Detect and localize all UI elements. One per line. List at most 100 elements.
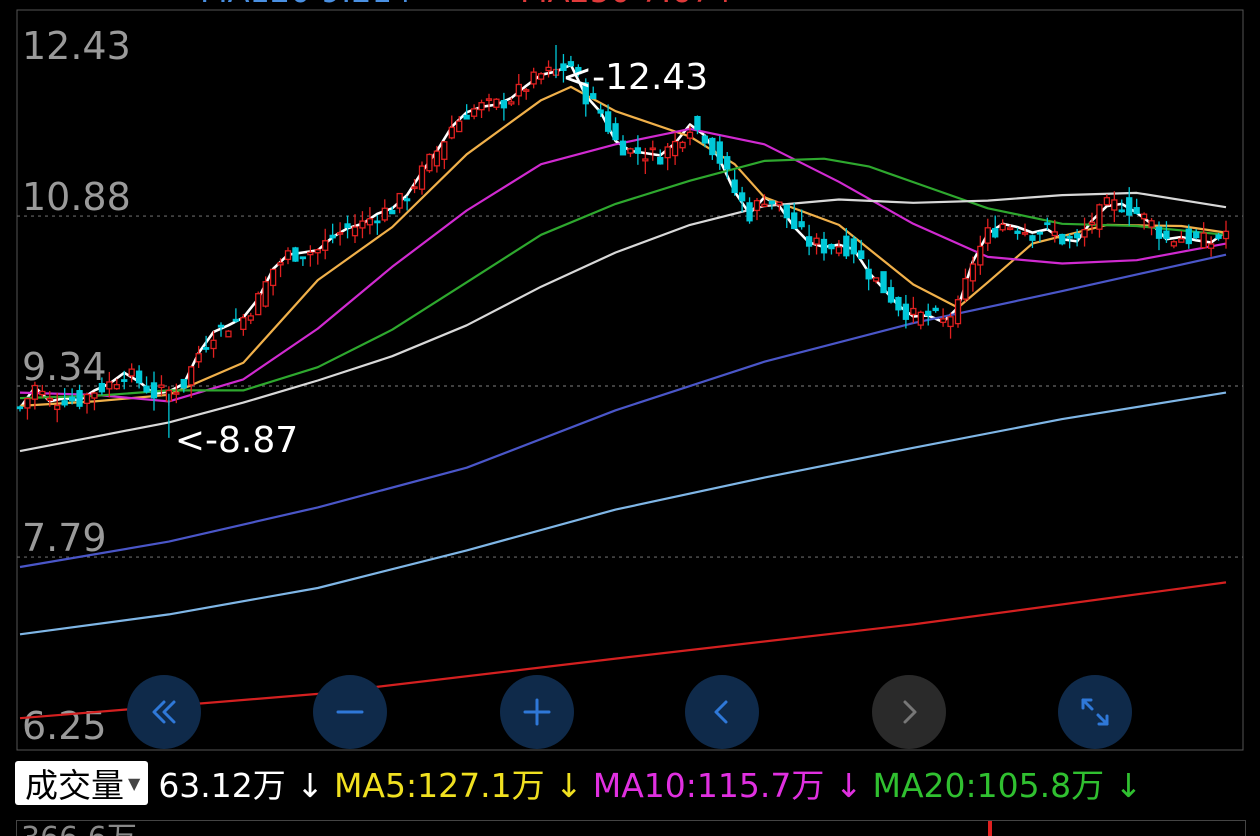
- candle-body: [768, 200, 776, 205]
- candle-body: [805, 236, 813, 247]
- candle-body: [798, 221, 805, 228]
- candle-body: [523, 89, 530, 92]
- candle-body: [396, 192, 403, 209]
- candle-body: [753, 199, 761, 212]
- candle-body: [530, 71, 537, 85]
- candle-body: [1111, 199, 1118, 211]
- kline-chart-panel[interactable]: MA120 9.21↑MA250 7.67↑ 12.4310.889.347.7…: [0, 0, 1260, 836]
- candle-body: [508, 101, 515, 105]
- minus-icon: [336, 710, 364, 714]
- candle-body: [954, 299, 962, 325]
- candle-body: [299, 256, 307, 260]
- volume-indicator-bar: 成交量 ▼ 63.12万 ↓ MA5:127.1万 ↓ MA10:115.7万 …: [15, 760, 1152, 806]
- candle-body: [1140, 213, 1148, 220]
- high-price-annotation: <-12.43: [562, 57, 708, 98]
- candle-body: [1148, 220, 1155, 228]
- candle-body: [709, 137, 716, 156]
- candle-body: [336, 231, 344, 235]
- candle-body: [1133, 207, 1140, 214]
- double-chevron-left-icon: [152, 700, 176, 724]
- candle-body: [537, 73, 545, 80]
- candle-body: [150, 382, 158, 399]
- candle-body: [173, 392, 180, 395]
- candle-body: [865, 268, 872, 280]
- y-tick-label: 12.43: [22, 24, 131, 68]
- candle-body: [158, 384, 165, 389]
- volume-ma10: MA10:115.7万 ↓: [592, 766, 863, 805]
- candle-body: [269, 268, 277, 287]
- candle-body: [277, 262, 284, 266]
- candle-body: [657, 156, 664, 165]
- dropdown-caret-icon: ▼: [128, 773, 141, 793]
- candle-body: [664, 146, 671, 159]
- candle-body: [619, 140, 627, 156]
- candle-body: [98, 382, 106, 393]
- volume-ma5: MA5:127.1万 ↓: [333, 766, 583, 805]
- candle-body: [932, 307, 939, 312]
- candle-body: [1185, 228, 1192, 245]
- candle-body: [850, 238, 857, 255]
- candle-body: [217, 324, 225, 328]
- candle-body: [731, 179, 738, 194]
- candle-body: [1222, 230, 1230, 240]
- candle-body: [835, 246, 843, 254]
- candle-body: [634, 147, 642, 154]
- candle-body: [83, 393, 91, 404]
- candle-body: [46, 397, 53, 401]
- volume-ma20: MA20:105.8万 ↓: [872, 766, 1143, 805]
- candle-body: [1207, 243, 1215, 249]
- candle-body: [701, 135, 709, 144]
- candle-body: [671, 140, 679, 157]
- candle-body: [694, 115, 701, 131]
- fullscreen-button[interactable]: [1058, 675, 1132, 749]
- candle-body: [485, 98, 493, 102]
- candle-body: [456, 120, 463, 133]
- candle-body: [962, 278, 969, 300]
- candle-body: [1103, 197, 1111, 206]
- candle-body: [1178, 238, 1185, 243]
- fast-back-button[interactable]: [127, 675, 201, 749]
- candle-body: [135, 370, 143, 384]
- candle-body: [262, 281, 269, 307]
- candle-body: [686, 131, 694, 139]
- indicator-selector[interactable]: 成交量 ▼: [15, 761, 149, 805]
- step-forward-button[interactable]: [872, 675, 946, 749]
- chevron-right-icon: [903, 700, 917, 724]
- candle-body: [247, 315, 254, 321]
- volume-current: 63.12万 ↓: [158, 766, 324, 805]
- expand-icon: [1081, 698, 1109, 726]
- plus-icon: [523, 698, 551, 726]
- step-back-button[interactable]: [685, 675, 759, 749]
- candle-body: [1021, 232, 1029, 235]
- candle-body: [1088, 221, 1096, 225]
- candle-body: [113, 384, 120, 390]
- candle-body: [984, 227, 991, 244]
- candle-body: [858, 250, 865, 260]
- candle-body: [1073, 233, 1081, 239]
- candle-body: [389, 209, 396, 215]
- candle-body: [783, 204, 790, 219]
- candle-body: [1170, 241, 1178, 247]
- zoom-in-button[interactable]: [500, 675, 574, 749]
- candle-body: [828, 243, 835, 250]
- candle-body: [24, 397, 31, 409]
- zoom-out-button[interactable]: [313, 675, 387, 749]
- candle-body: [776, 201, 783, 206]
- candle-body: [381, 207, 388, 221]
- candle-body: [895, 296, 902, 311]
- candle-body: [374, 220, 381, 224]
- candle-body: [493, 98, 500, 108]
- candle-body: [1006, 227, 1014, 231]
- candle-body: [232, 318, 240, 322]
- candle-body: [820, 238, 828, 254]
- candle-body: [1155, 226, 1163, 239]
- candle-body: [91, 392, 98, 399]
- candle-body: [426, 153, 433, 172]
- candle-body: [649, 147, 656, 151]
- candle-body: [366, 218, 374, 226]
- candle-body: [54, 404, 61, 411]
- candle-body: [314, 249, 321, 254]
- candle-body: [604, 111, 612, 132]
- candle-body: [143, 385, 150, 393]
- indicator-selector-label: 成交量: [25, 766, 124, 805]
